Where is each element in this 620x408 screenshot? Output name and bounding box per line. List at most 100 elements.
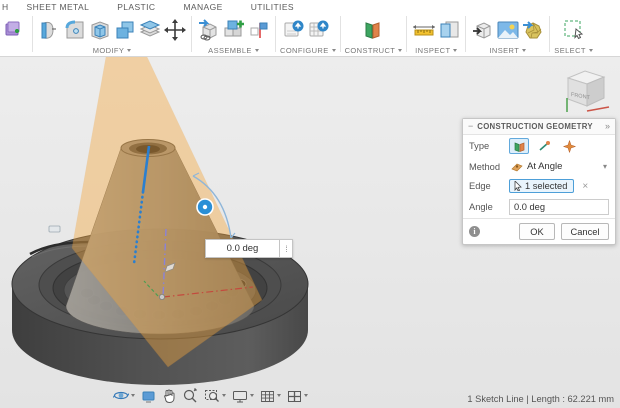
zoom-icon [182,388,198,403]
selection-status-text: 1 Sketch Line | Length : 62.221 mm [467,394,614,404]
new-component-icon[interactable] [221,17,246,43]
angle-input[interactable]: 0.0 deg [509,199,609,215]
caret-down-icon [332,49,336,52]
method-label: Method [469,162,509,172]
assemble-group-label[interactable]: ASSEMBLE [208,45,259,56]
3d-viewport[interactable]: FRONT − CONSTRUCTION GEOMETRY » Type [0,57,620,408]
insert-mesh-icon[interactable] [520,17,545,43]
tab-plastic[interactable]: PLASTIC [103,2,169,12]
display-settings-icon [232,389,248,403]
select-icon[interactable] [561,17,586,43]
method-dropdown[interactable]: At Angle ▾ [509,160,609,173]
construct-group-label[interactable]: CONSTRUCT [345,45,403,56]
navigation-toolbar [111,387,310,404]
insert-derive-icon[interactable] [470,17,495,43]
edge-selection-count: 1 selected [525,181,567,191]
configure-group-label[interactable]: CONFIGURE [280,45,336,56]
drag-grip-icon[interactable]: ⁞ [280,239,293,258]
edge-tag-glyph [49,226,60,232]
tab-sheet-metal[interactable]: SHEET METAL [13,2,104,12]
window-zoom-button[interactable] [202,387,228,404]
caret-down-icon [222,394,226,397]
caret-down-icon [131,394,135,397]
type-point-button[interactable] [559,138,579,154]
dialog-header[interactable]: − CONSTRUCTION GEOMETRY » [463,119,615,135]
select-group-label[interactable]: SELECT [554,45,593,56]
toolbar-group-assemble: ASSEMBLE [193,14,274,56]
dialog-footer: i OK Cancel [463,218,615,244]
measure-icon[interactable] [411,17,436,43]
grid-button[interactable] [258,388,283,404]
ribbon-tab-bar: H SHEET METAL PLASTIC MANAGE UTILITIES [0,0,620,14]
tab-mesh-clipped[interactable]: H [0,2,13,12]
cancel-button[interactable]: Cancel [561,223,609,240]
look-at-icon [141,389,156,403]
toolbar-group-inspect: INSPECT [408,14,464,56]
angle-value-field[interactable]: 0.0 deg [205,239,280,258]
window-zoom-icon [204,388,220,403]
toolbar-group-modify: MODIFY [34,14,190,56]
dialog-title: CONSTRUCTION GEOMETRY [477,122,605,131]
insert-group-label[interactable]: INSERT [489,45,526,56]
caret-down-icon: ▾ [603,162,607,171]
toolbar-separator [465,16,466,52]
display-settings-button[interactable] [230,388,256,404]
move-copy-icon[interactable] [162,17,187,43]
toolbar-separator [275,16,276,52]
cursor-icon [514,181,522,191]
insert-component-icon[interactable] [196,17,221,43]
floating-angle-input: 0.0 deg ⁞ [205,239,293,258]
edge-selection-button[interactable]: 1 selected [509,179,574,193]
section-analysis-icon[interactable] [436,17,461,43]
toolbar-separator [32,16,33,52]
caret-down-icon [453,49,457,52]
ok-button[interactable]: OK [519,223,555,240]
main-toolbar: MODIFY ASSEMBLE [0,14,620,57]
angle-label: Angle [469,202,509,212]
type-axis-button[interactable] [534,138,554,154]
construct-plane-icon[interactable] [361,17,386,43]
toolbar-separator [406,16,407,52]
toolbar-group-clipped [0,14,31,56]
configuration-table-icon[interactable] [308,17,333,43]
view-cube[interactable]: FRONT [558,65,612,117]
edge-label: Edge [469,181,509,191]
fillet-icon[interactable] [62,17,87,43]
press-pull-icon[interactable] [37,17,62,43]
clear-selection-icon[interactable]: × [582,181,588,192]
modify-group-label[interactable]: MODIFY [93,45,132,56]
chevron-double-right-icon[interactable]: » [605,122,610,131]
configuration-icon[interactable] [283,17,308,43]
collapse-icon[interactable]: − [468,122,473,131]
pan-button[interactable] [160,387,178,404]
angle-row: Angle 0.0 deg [463,196,615,218]
look-at-button[interactable] [139,388,158,404]
viewports-icon [287,389,302,403]
tab-utilities[interactable]: UTILITIES [237,2,308,12]
type-plane-button[interactable] [509,138,529,154]
viewports-button[interactable] [285,388,310,404]
viewcube-x-axis [587,107,609,111]
type-label: Type [469,141,509,151]
canvas-icon[interactable] [495,17,520,43]
caret-down-icon [127,49,131,52]
type-row: Type [463,135,615,157]
shell-icon[interactable] [87,17,112,43]
caret-down-icon [522,49,526,52]
toolbar-separator [340,16,341,52]
inspect-group-label[interactable]: INSPECT [415,45,457,56]
caret-down-icon [255,49,259,52]
orbit-button[interactable] [111,387,137,404]
tab-manage[interactable]: MANAGE [169,2,236,12]
toolbar-group-construct: CONSTRUCT [342,14,406,56]
pan-hand-icon [162,388,176,403]
combine-icon[interactable] [112,17,137,43]
edge-row: Edge 1 selected × [463,176,615,196]
create-mesh-icon[interactable] [3,17,28,43]
capture-position-icon[interactable] [246,17,271,43]
origin-point[interactable] [159,294,164,299]
zoom-button[interactable] [180,387,200,404]
split-body-icon[interactable] [137,17,162,43]
info-icon[interactable]: i [469,226,480,237]
toolbar-group-insert: INSERT [467,14,548,56]
